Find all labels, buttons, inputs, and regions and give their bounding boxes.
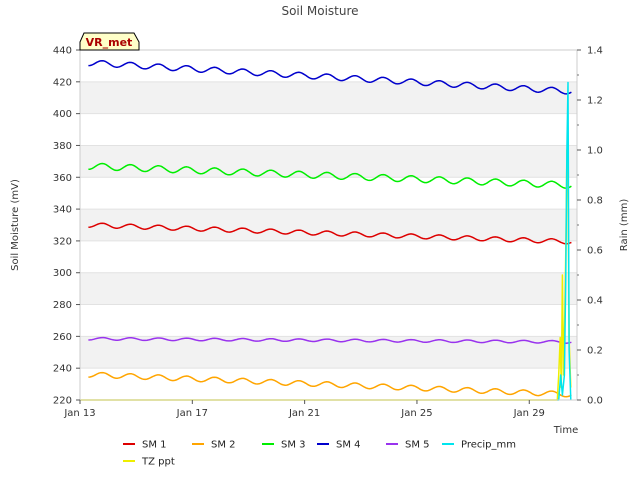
- legend-item-sm-4: SM 4: [317, 440, 361, 451]
- legend-label: SM 1: [142, 440, 167, 451]
- legend-label: SM 3: [281, 440, 306, 451]
- y-tick-label: 220: [53, 396, 72, 407]
- legend-item-sm-5: SM 5: [386, 440, 430, 451]
- y-axis-left: 220 240 260 280 300 320 340 360 380 400 420 440: [53, 46, 80, 407]
- legend-item-sm-2: SM 2: [192, 440, 236, 451]
- y-axis-right: 0.0 0.2 0.4 0.6 0.8 1.0 1.2 1.4: [577, 46, 603, 407]
- legend-item-tz-ppt: TZ ppt: [123, 457, 175, 468]
- y-tick-label: 440: [53, 46, 72, 57]
- y-tick-label: 320: [53, 236, 72, 247]
- y-tick-label: 380: [53, 141, 72, 152]
- grid-band: [80, 272, 577, 305]
- x-tick-label: Jan 21: [288, 408, 320, 419]
- chart-title: Soil Moisture: [281, 4, 358, 18]
- series-line-sm-2: [88, 371, 572, 398]
- legend-item-precip-mm: Precip_mm: [442, 440, 516, 451]
- legend-label: SM 2: [211, 440, 236, 451]
- y-tick-label: 300: [53, 268, 72, 279]
- legend-label: SM 5: [405, 440, 430, 451]
- x-axis-title: Time: [553, 425, 578, 436]
- background-bands: [80, 81, 577, 369]
- x-tick-label: Jan 29: [513, 408, 545, 419]
- y-tick-label: 420: [53, 77, 72, 88]
- legend-label: TZ ppt: [141, 457, 175, 468]
- y-tick-label: 260: [53, 332, 72, 343]
- y2-tick-label: 1.0: [587, 146, 603, 157]
- y2-axis-title: Rain (mm): [619, 199, 630, 252]
- legend-label: SM 4: [336, 440, 361, 451]
- legend-item-sm-3: SM 3: [262, 440, 306, 451]
- y2-tick-label: 0.8: [587, 196, 603, 207]
- y-tick-label: 240: [53, 364, 72, 375]
- soil-moisture-chart: Jan 13 Jan 17 Jan 21 Jan 25 Jan 29 220 240 260…: [10, 4, 630, 468]
- y-axis-title: Soil Moisture (mV): [10, 179, 21, 271]
- y-tick-label: 360: [53, 173, 72, 184]
- grid-band: [80, 209, 577, 241]
- y-tick-label: 340: [53, 205, 72, 216]
- y2-tick-label: 0.6: [587, 246, 603, 257]
- legend: SM 1 SM 2 SM 3 SM 4 SM 5 Precip_mm TZ ppt: [123, 440, 516, 468]
- y2-tick-label: 0.0: [587, 396, 603, 407]
- legend-label: Precip_mm: [461, 440, 516, 451]
- y-tick-label: 400: [53, 109, 72, 120]
- y-tick-label: 280: [53, 300, 72, 311]
- x-tick-label: Jan 13: [63, 408, 95, 419]
- x-axis: Jan 13 Jan 17 Jan 21 Jan 25 Jan 29: [63, 400, 545, 419]
- station-badge: VR_met: [79, 32, 140, 51]
- legend-item-sm-1: SM 1: [123, 440, 167, 451]
- x-tick-label: Jan 17: [176, 408, 208, 419]
- y2-tick-label: 1.2: [587, 96, 603, 107]
- y2-tick-label: 0.4: [587, 296, 603, 307]
- x-tick-label: Jan 25: [400, 408, 432, 419]
- badge-label: VR_met: [86, 36, 133, 49]
- y2-tick-label: 0.2: [587, 346, 603, 357]
- y2-tick-label: 1.4: [587, 46, 603, 57]
